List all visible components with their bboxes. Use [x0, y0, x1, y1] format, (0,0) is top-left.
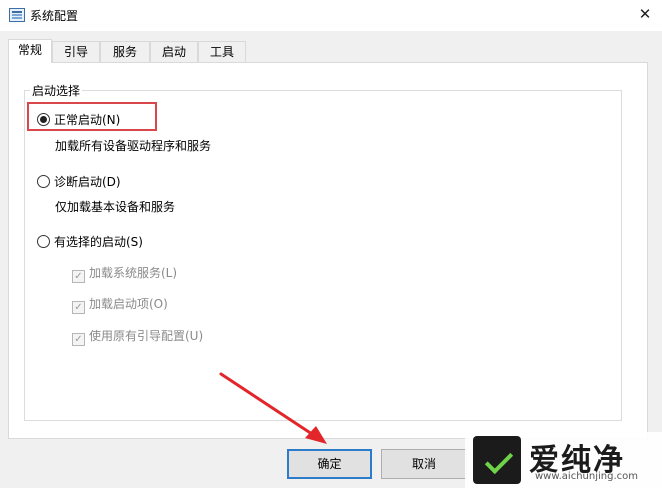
cancel-button[interactable]: 取消: [381, 449, 467, 479]
normal-startup-description: 加载所有设备驱动程序和服务: [55, 139, 212, 153]
annotation-arrow-icon: [219, 372, 327, 444]
tab-services[interactable]: 服务: [100, 41, 150, 62]
tab-boot[interactable]: 引导: [52, 41, 100, 62]
radio-diagnostic-startup[interactable]: 诊断启动(D): [37, 173, 121, 191]
checkbox-label: 加载系统服务(L): [89, 266, 178, 280]
checkbox-load-system-services[interactable]: ✓ 加载系统服务(L): [72, 264, 178, 283]
tab-tools[interactable]: 工具: [198, 41, 246, 62]
diagnostic-startup-description: 仅加载基本设备和服务: [55, 200, 176, 214]
checkmark-icon: ✓: [72, 333, 85, 346]
ok-button[interactable]: 确定: [287, 449, 372, 479]
radio-selective-startup[interactable]: 有选择的启动(S): [37, 233, 143, 251]
watermark: 爱纯净 www.aichunjing.com: [465, 432, 662, 488]
close-button[interactable]: ✕: [632, 2, 658, 26]
checkmark-icon: ✓: [72, 301, 85, 314]
checkbox-label: 使用原有引导配置(U): [89, 329, 204, 343]
annotation-highlight-box: [27, 102, 157, 131]
radio-label: 有选择的启动(S): [54, 235, 143, 249]
radio-label: 诊断启动(D): [54, 175, 121, 189]
watermark-logo-icon: [473, 436, 521, 484]
msconfig-app-icon: [9, 8, 25, 22]
title-bar: 系统配置 ✕: [0, 0, 662, 31]
radio-unselected-icon: [37, 175, 50, 188]
watermark-url: www.aichunjing.com: [535, 471, 638, 482]
tab-startup[interactable]: 启动: [150, 41, 198, 62]
radio-unselected-icon: [37, 235, 50, 248]
group-label: 启动选择: [30, 82, 83, 99]
checkmark-icon: ✓: [72, 270, 85, 283]
checkbox-label: 加载启动项(O): [89, 297, 168, 311]
window-title: 系统配置: [30, 9, 79, 23]
checkbox-use-original-boot-config[interactable]: ✓ 使用原有引导配置(U): [72, 327, 204, 346]
tab-general[interactable]: 常规: [8, 39, 52, 63]
checkbox-load-startup-items[interactable]: ✓ 加载启动项(O): [72, 295, 168, 314]
